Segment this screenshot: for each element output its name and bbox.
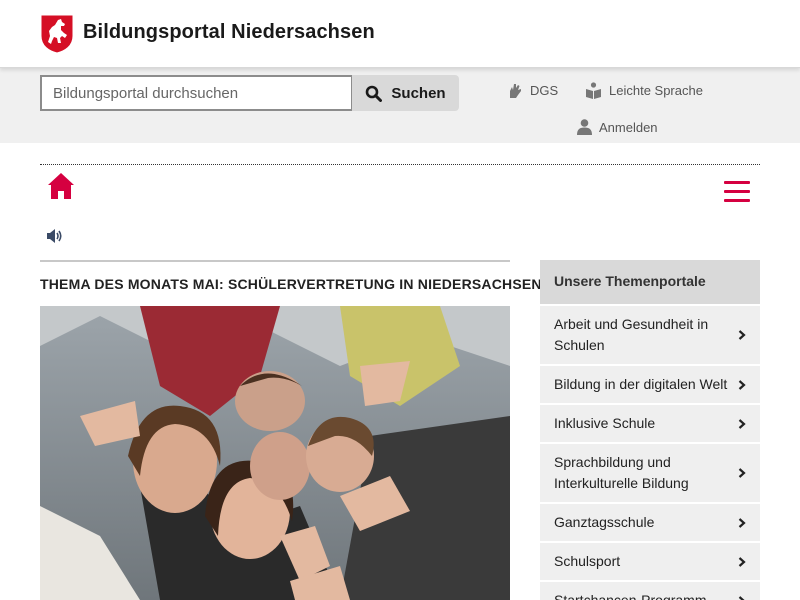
chevron-right-icon — [738, 418, 746, 429]
themenportale-sidebar: Unsere Themenportale Arbeit und Gesundhe… — [540, 260, 760, 600]
chevron-right-icon — [738, 468, 746, 478]
sidebar-item-label: Inklusive Schule — [554, 415, 656, 431]
search-icon — [366, 85, 383, 102]
search-button[interactable]: Suchen — [352, 75, 459, 111]
toolbar: Suchen DGS Leichte Sprache Anmelden — [0, 68, 800, 143]
login-link[interactable]: Anmelden — [577, 119, 658, 135]
leichte-sprache-label: Leichte Sprache — [609, 83, 703, 98]
chevron-right-icon — [738, 379, 746, 390]
sidebar-item-label: Schulsport — [554, 553, 621, 569]
sidebar-item-label: Arbeit und Gesundheit in Schulen — [554, 316, 709, 353]
sidebar-item-sprachbildung[interactable]: Sprachbildung und Interkulturelle Bildun… — [540, 442, 760, 502]
login-label: Anmelden — [599, 119, 658, 135]
sidebar-item-label: Startchancen-Programm — [554, 592, 707, 600]
dgs-link[interactable]: DGS — [507, 82, 558, 99]
article-image[interactable] — [40, 306, 510, 600]
easy-language-book-icon — [586, 82, 601, 99]
sidebar-item-label: Bildung in der digitalen Welt — [554, 376, 728, 392]
chevron-right-icon — [738, 556, 746, 567]
chevron-right-icon — [738, 517, 746, 528]
leichte-sprache-link[interactable]: Leichte Sprache — [585, 82, 703, 99]
search-input[interactable] — [40, 75, 353, 111]
sidebar-item-startchancen[interactable]: Startchancen-Programm — [540, 580, 760, 600]
chevron-right-icon — [738, 595, 746, 600]
article-title[interactable]: THEMA DES MONATS MAI: SCHÜLERVERTRETUNG … — [40, 276, 542, 292]
article-divider — [40, 260, 510, 262]
sidebar-heading: Unsere Themenportale — [540, 260, 760, 304]
sidebar-item-digitale-welt[interactable]: Bildung in der digitalen Welt — [540, 364, 760, 403]
sidebar-item-inklusive-schule[interactable]: Inklusive Schule — [540, 403, 760, 442]
home-icon[interactable] — [47, 172, 75, 200]
sidebar-item-schulsport[interactable]: Schulsport — [540, 541, 760, 580]
speaker-icon[interactable] — [46, 228, 64, 244]
sidebar-item-arbeit-gesundheit[interactable]: Arbeit und Gesundheit in Schulen — [540, 304, 760, 364]
sidebar-item-label: Sprachbildung und Interkulturelle Bildun… — [554, 454, 689, 491]
sign-language-hands-icon — [510, 84, 521, 98]
chevron-right-icon — [738, 330, 746, 340]
photo-group-of-students-thumbs-up — [40, 306, 510, 600]
dgs-label: DGS — [530, 83, 559, 98]
sidebar-item-label: Ganztagsschule — [554, 514, 655, 530]
user-icon — [577, 119, 592, 135]
site-header: Bildungsportal Niedersachsen — [0, 0, 800, 68]
lower-saxony-horse-crest-icon[interactable] — [40, 14, 74, 54]
sidebar-item-ganztagsschule[interactable]: Ganztagsschule — [540, 502, 760, 541]
nav-divider — [40, 164, 760, 165]
hamburger-menu-icon[interactable] — [724, 181, 750, 203]
search-button-label: Suchen — [391, 84, 446, 102]
site-title[interactable]: Bildungsportal Niedersachsen — [83, 21, 375, 44]
